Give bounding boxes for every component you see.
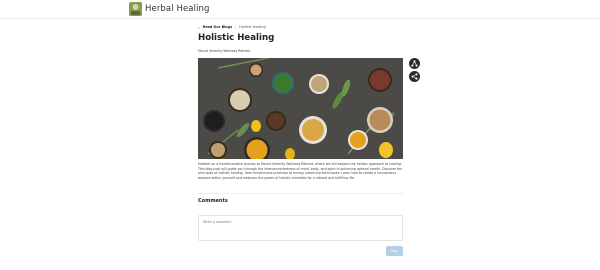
breadcrumb-separator: | — [235, 25, 237, 29]
post-author: Mount Serenity Wellness Retreat — [198, 49, 250, 53]
comments-heading: Comments — [198, 198, 228, 204]
share-network-icon — [411, 73, 418, 80]
social-share-button[interactable] — [409, 71, 420, 82]
section-divider — [198, 193, 403, 194]
brand-name[interactable]: Herbal Healing — [145, 3, 210, 15]
post-comment-button[interactable]: Post — [386, 246, 403, 256]
page-title: Holistic Healing — [198, 33, 275, 43]
top-navigation-bar: Herbal Healing — [0, 0, 600, 19]
breadcrumb-item-blogs[interactable]: Read Our Blogs — [203, 25, 232, 30]
brand-logo[interactable] — [129, 2, 142, 16]
chevron-left-icon[interactable]: ‹ — [198, 25, 200, 30]
breadcrumb: ‹ Read Our Blogs | Holistic Healing — [198, 25, 266, 30]
share-button[interactable] — [409, 58, 420, 69]
post-hero-image — [198, 58, 403, 159]
share-alt-icon — [411, 60, 418, 67]
comment-input[interactable] — [198, 215, 403, 241]
breadcrumb-item-current: Holistic Healing — [239, 25, 266, 29]
post-body-text: Embark on a transformative journey to Mo… — [198, 162, 403, 181]
